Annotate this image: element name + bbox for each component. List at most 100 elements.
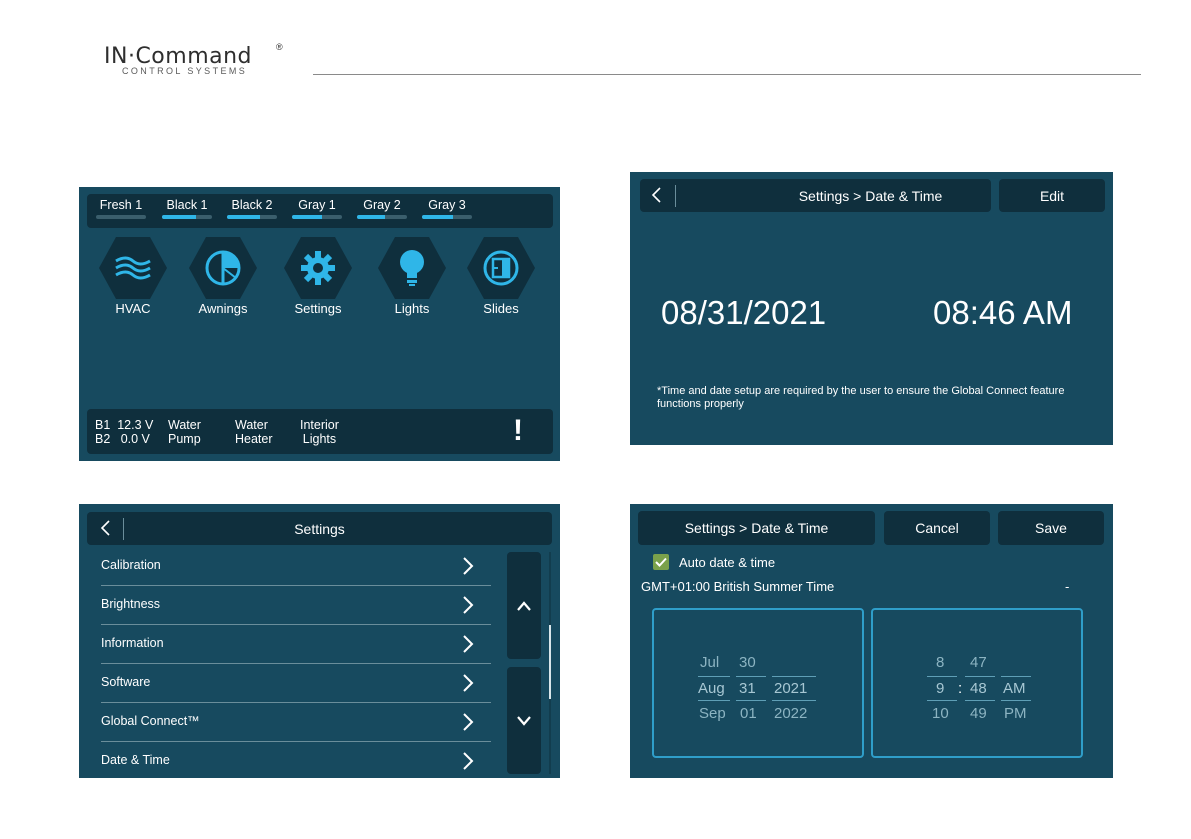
selection-line xyxy=(736,676,766,677)
hour-option[interactable]: 10 xyxy=(932,705,949,722)
quick-label-line1: Interior xyxy=(300,418,339,432)
tank-level-track xyxy=(422,215,472,219)
year-option[interactable]: 2022 xyxy=(774,705,807,722)
date-picker[interactable]: Jul 30 Aug 31 2021 Sep 01 2022 xyxy=(652,608,864,758)
auto-datetime-checkbox[interactable] xyxy=(653,554,669,570)
month-option[interactable]: Sep xyxy=(699,705,726,722)
tank-black-2[interactable]: Black 2 xyxy=(224,198,280,219)
tank-label: Gray 3 xyxy=(428,198,466,212)
settings-item-calibration[interactable]: Calibration xyxy=(101,547,491,586)
back-button[interactable] xyxy=(650,186,662,207)
scrollbar-thumb[interactable] xyxy=(549,625,551,699)
scroll-up-button[interactable] xyxy=(507,552,541,659)
settings-item-brightness[interactable]: Brightness xyxy=(101,586,491,625)
hour-selected[interactable]: 9 xyxy=(936,680,944,697)
minute-option[interactable]: 47 xyxy=(970,654,987,671)
day-option[interactable]: 01 xyxy=(740,705,757,722)
settings-item-date-time[interactable]: Date & Time xyxy=(101,742,491,778)
tank-levels-bar: Fresh 1 Black 1 Black 2 Gray 1 Gray 2 Gr… xyxy=(87,194,553,228)
minute-option[interactable]: 49 xyxy=(970,705,987,722)
year-selected[interactable]: 2021 xyxy=(774,680,807,697)
selection-line xyxy=(736,700,766,701)
page-title: Settings xyxy=(294,520,345,537)
selection-line xyxy=(1001,700,1031,701)
datetime-view-screen: Settings > Date & Time Edit 08/31/2021 0… xyxy=(630,172,1113,445)
tile-settings[interactable]: Settings xyxy=(273,237,363,316)
tank-label: Gray 1 xyxy=(298,198,336,212)
tank-level-track xyxy=(162,215,212,219)
settings-item-label: Global Connect™ xyxy=(101,714,200,728)
status-bar: B1 12.3 V B2 0.0 V Water Pump Water Heat… xyxy=(87,409,553,454)
tile-hvac[interactable]: HVAC xyxy=(88,237,178,316)
tank-label: Fresh 1 xyxy=(99,198,143,212)
settings-item-label: Calibration xyxy=(101,558,161,572)
chevron-right-icon xyxy=(463,674,474,692)
tank-label: Black 1 xyxy=(166,198,208,212)
selection-line xyxy=(1001,676,1031,677)
settings-header: Settings xyxy=(87,512,552,545)
settings-item-information[interactable]: Information xyxy=(101,625,491,664)
edit-button[interactable]: Edit xyxy=(999,179,1105,212)
tank-level-track xyxy=(357,215,407,219)
interior-lights-button[interactable]: Interior Lights xyxy=(300,418,339,446)
hour-option[interactable]: 8 xyxy=(936,654,944,671)
selection-line xyxy=(698,676,730,677)
minute-selected[interactable]: 48 xyxy=(970,680,987,697)
tank-level-fill xyxy=(162,215,196,219)
cancel-button[interactable]: Cancel xyxy=(884,511,990,545)
save-button[interactable]: Save xyxy=(998,511,1104,545)
header-separator xyxy=(675,185,676,207)
back-button[interactable] xyxy=(99,519,111,540)
battery-readout: B1 12.3 V B2 0.0 V xyxy=(95,418,153,446)
tile-label: HVAC xyxy=(115,301,151,316)
slides-icon xyxy=(467,237,535,299)
timezone-label[interactable]: GMT+01:00 British Summer Time xyxy=(641,579,834,594)
settings-item-software[interactable]: Software xyxy=(101,664,491,703)
tile-slides[interactable]: Slides xyxy=(456,237,546,316)
date-display: 08/31/2021 xyxy=(661,294,827,331)
time-display: 08:46 AM xyxy=(933,294,1073,331)
tank-level-track xyxy=(292,215,342,219)
battery-b1: B1 12.3 V xyxy=(95,418,154,432)
ampm-option[interactable]: PM xyxy=(1004,705,1027,722)
settings-item-global-connect[interactable]: Global Connect™ xyxy=(101,703,491,742)
tile-awnings[interactable]: Awnings xyxy=(178,237,268,316)
scroll-down-button[interactable] xyxy=(507,667,541,774)
tile-label: Awnings xyxy=(198,301,248,316)
tank-black-1[interactable]: Black 1 xyxy=(159,198,215,219)
water-pump-button[interactable]: Water Pump xyxy=(168,418,201,446)
tank-label: Black 2 xyxy=(231,198,273,212)
tank-gray-3[interactable]: Gray 3 xyxy=(419,198,475,219)
settings-item-label: Software xyxy=(101,675,151,689)
selection-line xyxy=(772,700,816,701)
battery-b2: B2 0.0 V xyxy=(95,432,150,446)
day-selected[interactable]: 31 xyxy=(739,680,756,697)
chevron-right-icon xyxy=(463,713,474,731)
header-divider xyxy=(313,74,1141,75)
month-selected[interactable]: Aug xyxy=(698,680,725,697)
quick-label-line2: Heater xyxy=(235,432,273,446)
checkmark-icon xyxy=(655,557,667,567)
alert-icon[interactable]: ! xyxy=(513,415,523,447)
chevron-left-icon xyxy=(100,520,110,536)
tank-gray-2[interactable]: Gray 2 xyxy=(354,198,410,219)
lightbulb-icon xyxy=(378,237,446,299)
quick-label-line2: Pump xyxy=(168,432,201,446)
tank-level-fill xyxy=(292,215,322,219)
water-heater-button[interactable]: Water Heater xyxy=(235,418,273,446)
chevron-right-icon xyxy=(463,635,474,653)
tile-label: Slides xyxy=(483,301,519,316)
brand-registered-mark: ® xyxy=(276,42,283,52)
tile-label: Lights xyxy=(394,301,430,316)
quick-label-line1: Water xyxy=(235,418,268,432)
ampm-selected[interactable]: AM xyxy=(1003,680,1026,697)
tile-lights[interactable]: Lights xyxy=(367,237,457,316)
selection-line xyxy=(965,700,995,701)
tank-level-track xyxy=(96,215,146,219)
timezone-dash: - xyxy=(1065,579,1070,594)
day-option[interactable]: 30 xyxy=(739,654,756,671)
tank-fresh-1[interactable]: Fresh 1 xyxy=(93,198,149,219)
time-picker[interactable]: 8 47 9 : 48 AM 10 49 PM xyxy=(871,608,1083,758)
month-option[interactable]: Jul xyxy=(700,654,719,671)
tank-gray-1[interactable]: Gray 1 xyxy=(289,198,345,219)
